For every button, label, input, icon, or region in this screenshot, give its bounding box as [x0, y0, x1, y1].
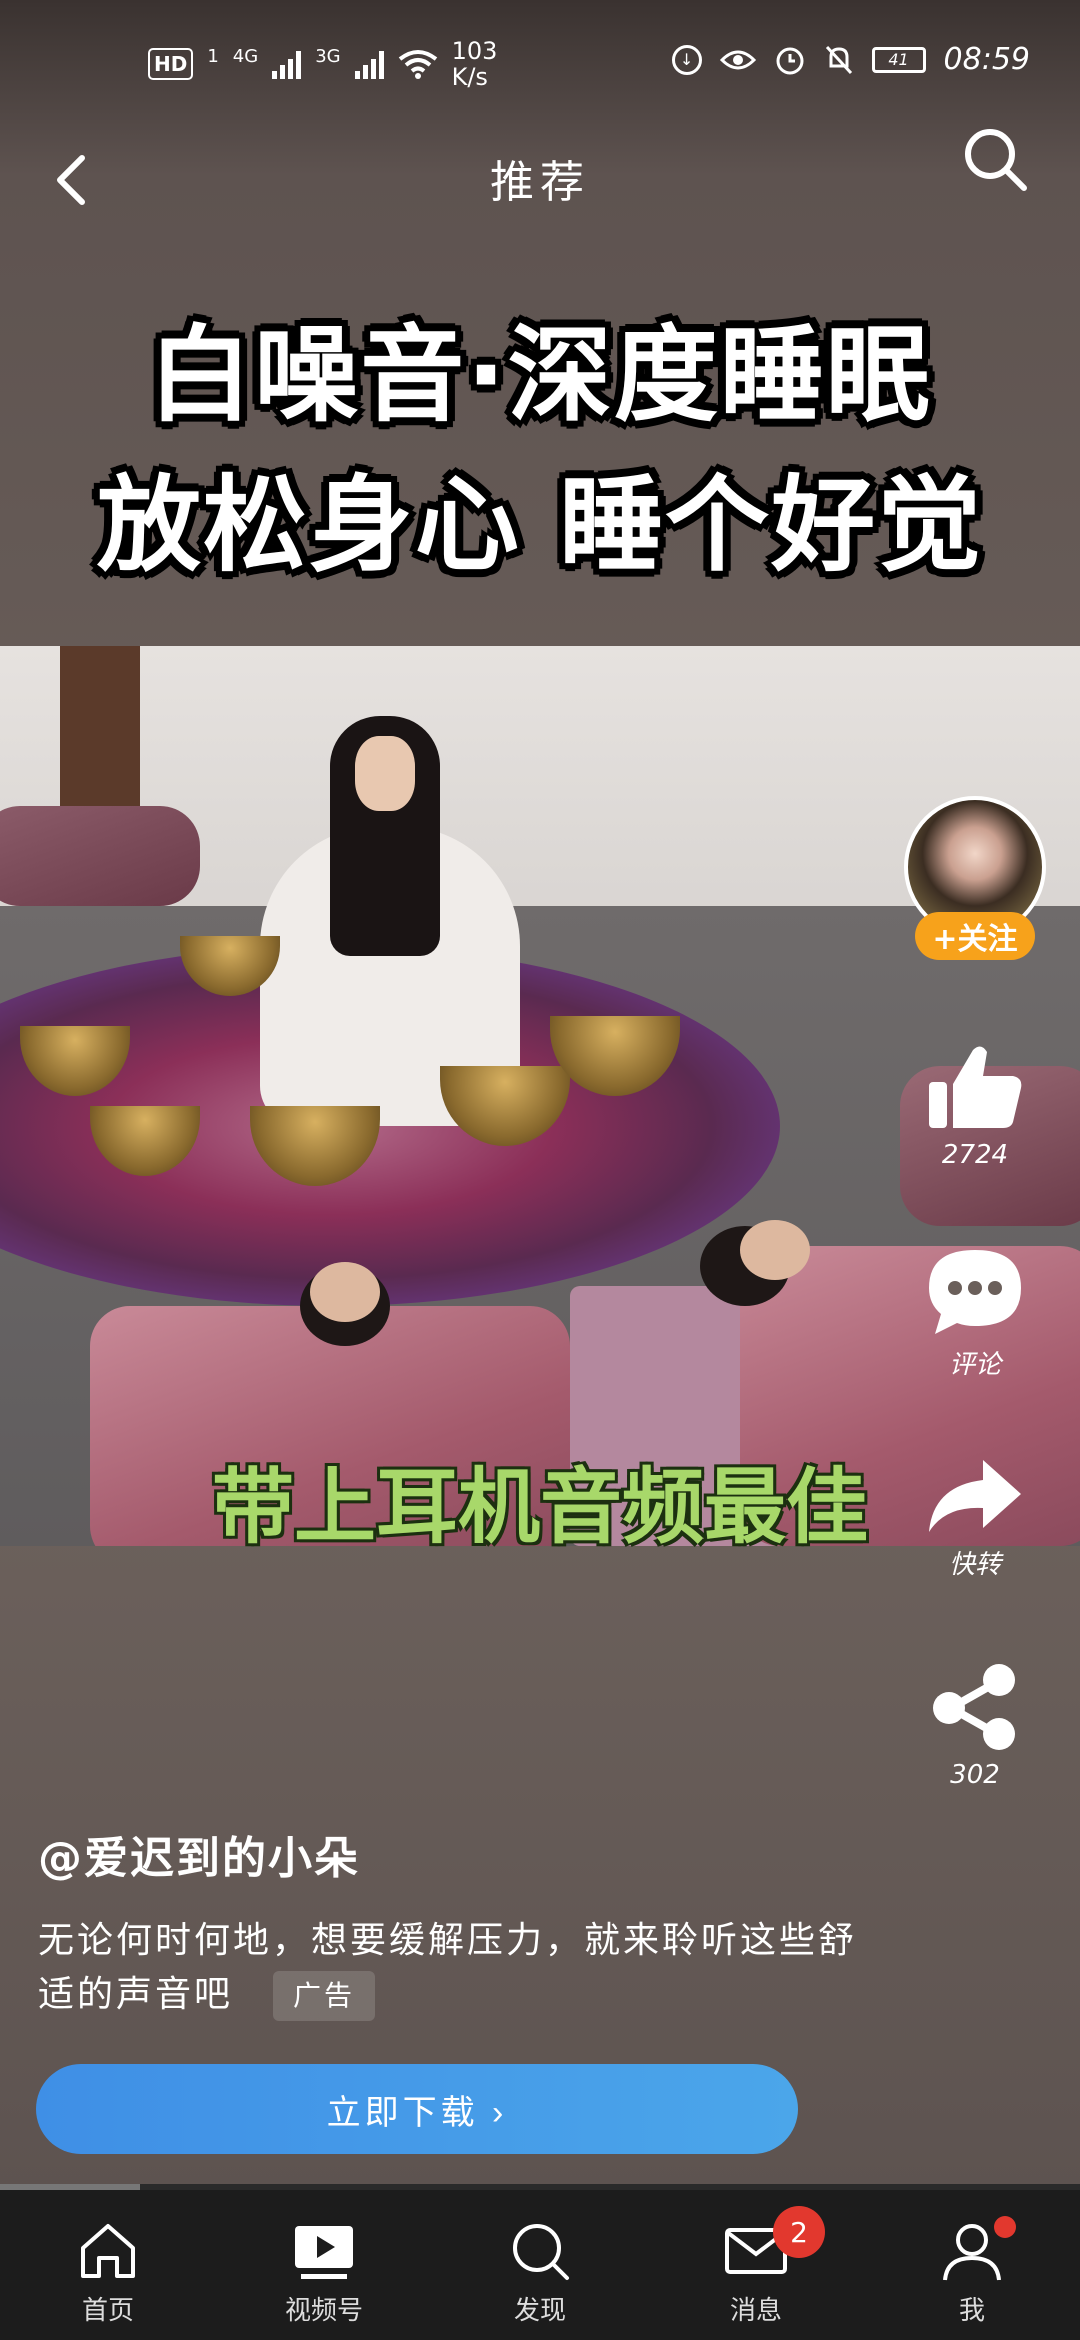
likes-count: 2724: [941, 1140, 1009, 1170]
forward-arrow-icon: [929, 1460, 1021, 1532]
status-left: HD 1 4G 3G 103 K/s: [148, 38, 497, 90]
bottom-nav: 首页 视频号 发现 消息 2 我: [0, 2190, 1080, 2340]
description-text: 无论何时何地，想要缓解压力，就来聆听这些舒适的声音吧: [38, 1920, 858, 2015]
shares-count: 302: [950, 1760, 1000, 1790]
ad-badge: 广告: [273, 1971, 376, 2021]
video-headline-line2: 放松身心 睡个好觉: [96, 464, 984, 586]
nav-label-home: 首页: [81, 2296, 134, 2326]
signal-bars-icon: [272, 49, 302, 79]
search-icon: [513, 2224, 569, 2280]
woman-figure: [220, 706, 540, 1126]
top-bar: 推荐: [0, 120, 1080, 230]
alarm-icon: [776, 47, 804, 74]
video-headline-line1: 白噪音·深度睡眠: [148, 314, 932, 436]
nav-label-discover: 发现: [513, 2296, 566, 2326]
like-button[interactable]: 2724: [900, 1042, 1050, 1170]
nav-item-messages[interactable]: 消息 2: [648, 2190, 864, 2340]
door-frame: [60, 646, 140, 806]
hd-label: HD: [154, 52, 188, 76]
nav-item-me[interactable]: 我: [864, 2190, 1080, 2340]
nav-item-home[interactable]: 首页: [0, 2190, 216, 2340]
sleeper-face-2: [740, 1220, 810, 1280]
forward-button[interactable]: 快转: [900, 1456, 1050, 1581]
status-right: ↓ 41 08:59: [671, 42, 1030, 77]
author-avatar-group: +关注: [900, 796, 1050, 966]
video-icon: [295, 2226, 353, 2279]
page-title: 推荐: [490, 157, 590, 208]
nav-label-me: 我: [958, 2296, 985, 2326]
battery-icon: 41: [871, 46, 926, 73]
sleeper-face: [310, 1262, 380, 1322]
share-nodes-icon: [933, 1664, 1015, 1750]
network-4g-label: 4G: [232, 45, 259, 67]
network-3g-label: 3G: [315, 45, 341, 67]
notification-dot: [994, 2216, 1016, 2238]
speed-unit: K/s: [451, 63, 488, 91]
comment-bubble-icon: [929, 1250, 1021, 1334]
speed-value: 103: [451, 37, 498, 65]
search-icon[interactable]: [956, 120, 1036, 200]
author-name[interactable]: @爱迟到的小朵: [38, 1822, 360, 1886]
data-saver-icon: ↓: [671, 44, 702, 75]
mute-bell-icon: [825, 45, 852, 74]
wifi-icon: [398, 50, 437, 79]
nav-item-video[interactable]: 视频号: [216, 2190, 432, 2340]
comment-label: 评论: [948, 1350, 1001, 1380]
follow-button[interactable]: +关注: [915, 912, 1035, 960]
battery-level: 41: [888, 50, 909, 69]
download-button[interactable]: 立即下载 ›: [36, 2064, 798, 2154]
sim-label: 1: [207, 45, 219, 67]
thumbs-up-icon: [929, 1046, 1022, 1128]
network-speed: 103 K/s: [452, 38, 498, 90]
message-count-badge: 2: [773, 2206, 825, 2258]
nav-item-discover[interactable]: 发现: [432, 2190, 648, 2340]
blanket-left: [0, 806, 200, 906]
forward-label: 快转: [948, 1550, 1001, 1580]
status-bar: HD 1 4G 3G 103 K/s ↓ 41 08:59: [0, 0, 1080, 120]
video-description: 无论何时何地，想要缓解压力，就来聆听这些舒适的声音吧 广告: [38, 1914, 858, 2022]
signal-bars-2-icon: [354, 49, 384, 79]
clock: 08:59: [943, 42, 1030, 77]
share-button[interactable]: 302: [900, 1662, 1050, 1790]
home-icon: [81, 2224, 135, 2278]
comment-button[interactable]: 评论: [900, 1246, 1050, 1381]
hd-icon: HD: [148, 48, 194, 80]
nav-label-video: 视频号: [284, 2296, 363, 2326]
eye-icon: [719, 50, 756, 69]
nav-label-messages: 消息: [729, 2296, 782, 2326]
